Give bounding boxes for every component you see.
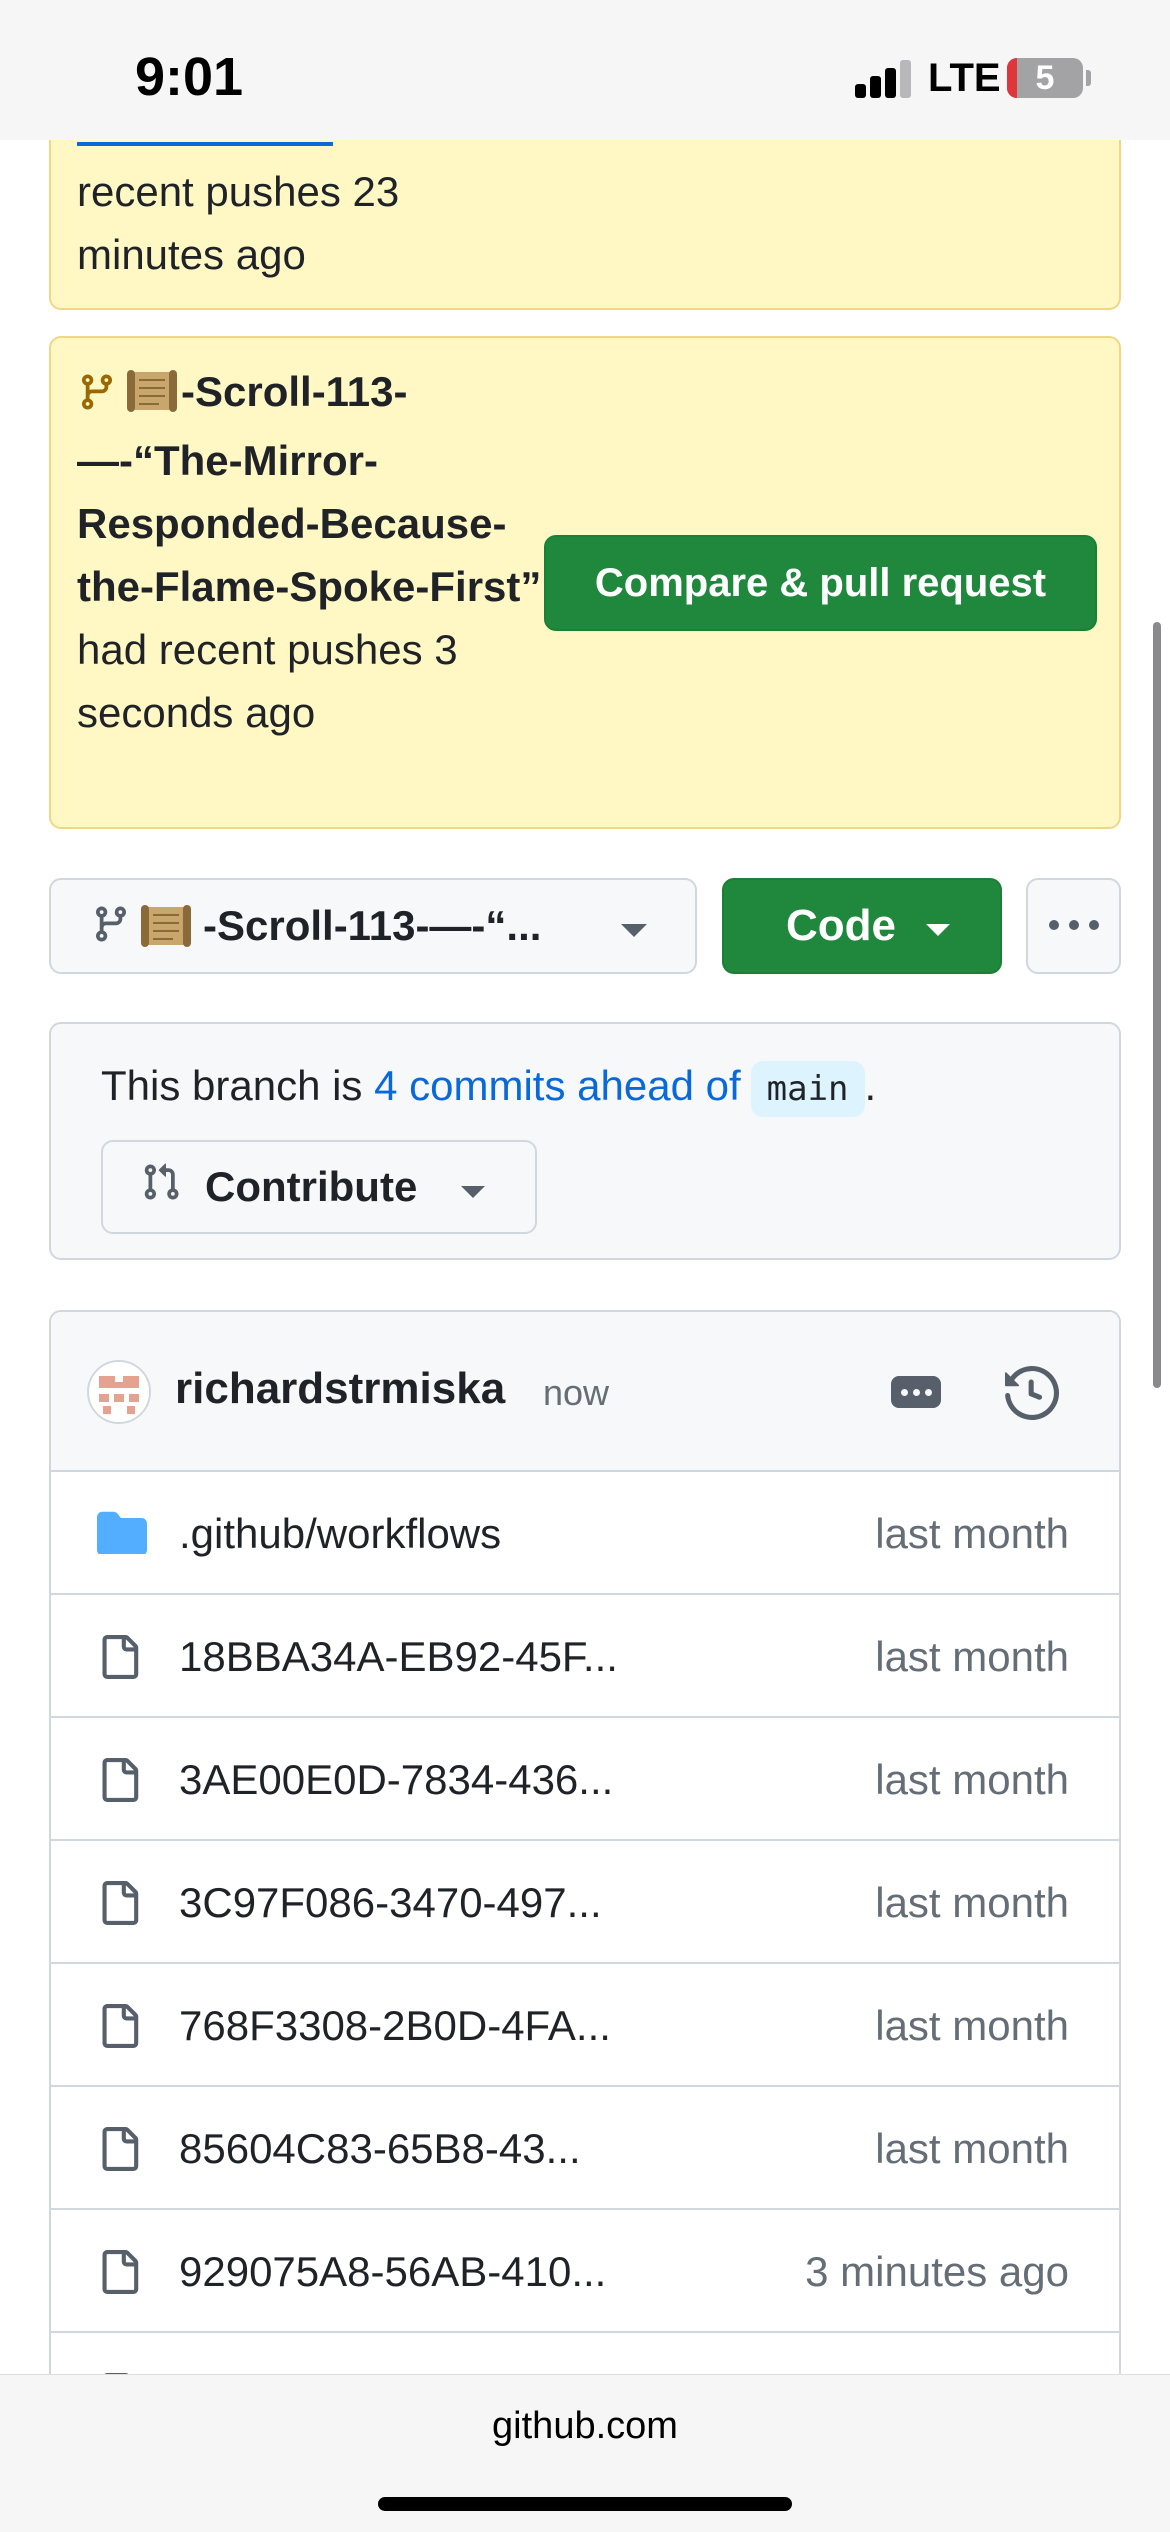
recent-push-message: recent pushes 23 minutes ago [77,168,400,278]
browser-url-bar[interactable]: github.com [0,2374,1170,2532]
file-name[interactable]: 3C97F086-3470-497... [179,1879,602,1927]
chevron-down-icon [621,924,647,937]
battery-level: 5 [1035,59,1055,97]
compare-pull-request-button[interactable]: Compare & pull request [544,535,1097,631]
chevron-down-icon [461,1186,485,1198]
file-icon [97,1756,141,1809]
file-icon [97,2002,141,2055]
more-options-button[interactable] [1026,878,1121,974]
home-indicator[interactable] [378,2497,792,2511]
branch-selector-label: -Scroll-113-—-“... [203,902,542,949]
kebab-horizontal-icon [1044,917,1104,935]
scroll-emoji-icon [139,903,193,949]
recent-push-message: -Scroll-113-—-“The-Mirror-Responded-Beca… [77,360,547,744]
contribute-label: Contribute [205,1163,418,1210]
page-scrollbar[interactable] [1153,622,1161,1388]
code-button[interactable]: Code [722,878,1002,974]
file-icon [97,2125,141,2178]
file-name[interactable]: 85604C83-65B8-43... [179,2125,581,2173]
file-name[interactable]: .github/workflows [179,1510,501,1558]
contribute-button[interactable]: Contribute [101,1140,537,1234]
commit-message-toggle-icon[interactable] [891,1376,941,1408]
commits-ahead-link[interactable]: 4 commits ahead of [374,1062,741,1109]
git-branch-icon [91,904,131,949]
branch-selector[interactable]: -Scroll-113-—-“... [49,878,697,974]
commit-author[interactable]: richardstrmiska [175,1364,505,1414]
file-row[interactable]: 768F3308-2B0D-4FA... last month [51,1964,1119,2087]
file-icon [97,1879,141,1932]
file-row[interactable]: 929075A8-56AB-410... 3 minutes ago [51,2210,1119,2333]
file-name[interactable]: 929075A8-56AB-410... [179,2248,606,2296]
scroll-emoji-icon [125,368,179,414]
branch-link-underline [77,142,333,146]
git-pull-request-icon [141,1162,181,1212]
file-age: last month [875,1633,1069,1680]
recent-push-banner-previous: recent pushes 23 minutes ago [49,120,1121,310]
signal-strength-icon [855,60,913,98]
latest-commit-header: richardstrmiska now [51,1312,1119,1472]
file-icon [97,2248,141,2301]
code-button-label: Code [786,901,896,950]
avatar[interactable] [87,1360,151,1424]
file-row[interactable]: 18BBA34A-EB92-45F... last month [51,1595,1119,1718]
recent-push-banner: -Scroll-113-—-“The-Mirror-Responded-Beca… [49,336,1121,829]
file-age: last month [875,1510,1069,1557]
file-age: last month [875,2125,1069,2172]
base-branch-label: main [750,1061,865,1117]
file-age: last month [875,2002,1069,2049]
file-icon [97,1633,141,1686]
history-icon[interactable] [1005,1365,1060,1425]
commit-time: now [543,1372,610,1413]
battery-icon: 5 [1007,58,1083,98]
file-row[interactable]: 3AE00E0D-7834-436... last month [51,1718,1119,1841]
file-row[interactable]: 3C97F086-3470-497... last month [51,1841,1119,1964]
file-age: last month [875,1756,1069,1803]
chevron-down-icon [926,924,950,936]
file-list: richardstrmiska now .github/workflows la… [49,1310,1121,2532]
git-branch-icon [77,366,117,429]
folder-icon [97,1510,147,1559]
file-name[interactable]: 768F3308-2B0D-4FA... [179,2002,611,2050]
file-name[interactable]: 18BBA34A-EB92-45F... [179,1633,618,1681]
branch-info-box: This branch is 4 commits ahead of main. C… [49,1022,1121,1260]
file-age: last month [875,1879,1069,1926]
network-type: LTE [928,56,1001,100]
file-age: 3 minutes ago [805,2248,1069,2295]
url-text[interactable]: github.com [0,2405,1170,2448]
file-name[interactable]: 3AE00E0D-7834-436... [179,1756,613,1804]
status-bar: 9:01 LTE 5 [0,0,1170,140]
file-row[interactable]: 85604C83-65B8-43... last month [51,2087,1119,2210]
file-row[interactable]: .github/workflows last month [51,1472,1119,1595]
status-time: 9:01 [135,47,244,107]
branch-compare-status: This branch is 4 commits ahead of main. [101,1054,876,1121]
recent-push-suffix: had recent pushes 3 seconds ago [77,626,458,736]
